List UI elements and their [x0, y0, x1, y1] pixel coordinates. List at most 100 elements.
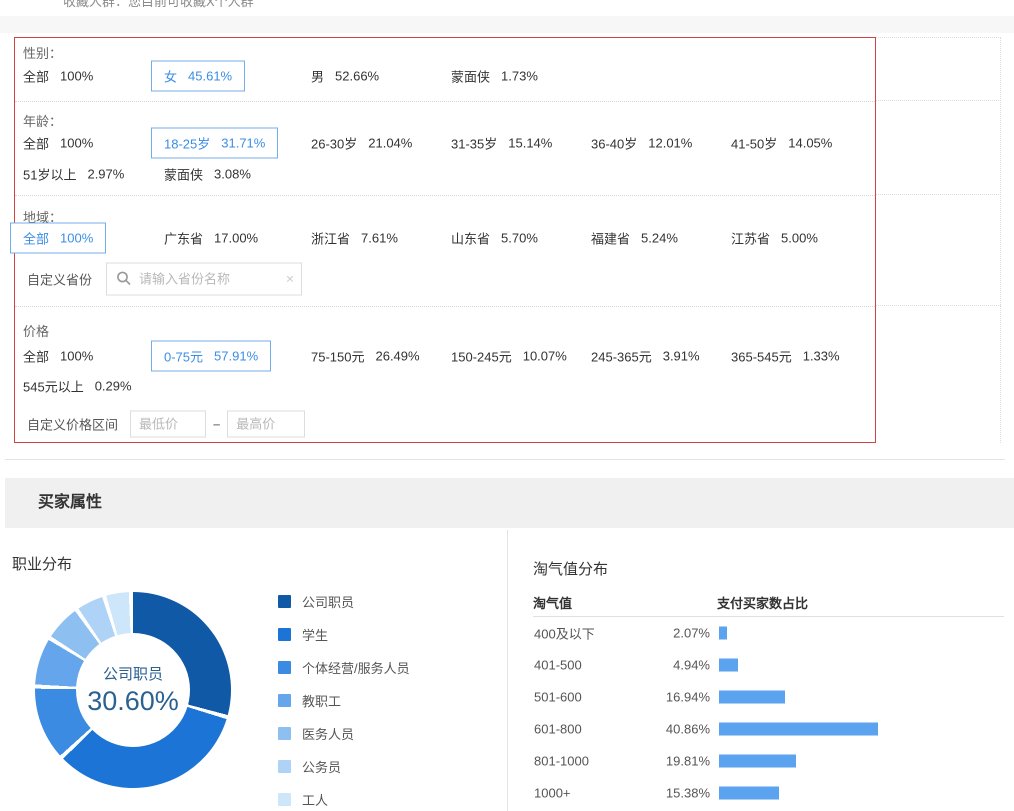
dotted-extension [876, 37, 1001, 38]
filter-option[interactable]: 150-245元10.07% [451, 347, 567, 366]
filter-option-value: 0.29% [95, 379, 132, 394]
legend-label: 个体经营/服务人员 [302, 658, 410, 677]
filter-option-value: 52.66% [335, 69, 379, 84]
legend-swatch [278, 694, 291, 707]
filter-option[interactable]: 福建省5.24% [591, 229, 678, 248]
filter-option[interactable]: 全部100% [23, 347, 93, 366]
legend-swatch [278, 661, 291, 674]
filter-option-value: 5.70% [501, 231, 538, 246]
filter-section-label: 年龄： [23, 111, 62, 130]
filter-option[interactable]: 245-365元 3.91% [591, 347, 700, 366]
taoqi-range-label: 401-500 [534, 658, 582, 673]
taoqi-row: 801-100019.81% [507, 745, 1014, 777]
filter-option-value: 5.00% [781, 231, 818, 246]
filter-option-label: 545元以上 [23, 377, 84, 396]
taoqi-bar [719, 755, 796, 768]
filter-option[interactable]: 545元以上 0.29% [23, 377, 132, 396]
filter-option-value: 26.49% [375, 349, 419, 364]
taoqi-range-label: 501-600 [534, 690, 582, 705]
dotted-extension [876, 194, 1001, 195]
section-separator [15, 195, 875, 196]
filter-option-label: 41-50岁 [731, 134, 777, 153]
filter-option[interactable]: 广东省17.00% [164, 229, 258, 248]
filter-option-label: 36-40岁 [591, 134, 637, 153]
top-clipped-strip: 收藏人群： 您目前可收藏X个人群 [0, 0, 1014, 10]
audience-filter-card: 自定义省份 × 自定义价格区间 – 性别：全部100%女45.61%男52.66… [14, 37, 876, 443]
taoqi-range-label: 601-800 [534, 722, 582, 737]
legend-item[interactable]: 教职工 [278, 691, 410, 710]
filter-option[interactable]: 31-35岁15.14% [451, 134, 552, 153]
filter-option-label: 51岁以上 [23, 165, 76, 184]
filter-option-value: 12.01% [648, 136, 692, 151]
filter-option[interactable]: 26-30岁21.04% [311, 134, 412, 153]
filter-option-label: 365-545元 [731, 347, 792, 366]
legend-item[interactable]: 学生 [278, 625, 410, 644]
occupation-legend: 公司职员学生个体经营/服务人员教职工医务人员公务员工人 [278, 592, 410, 809]
legend-item[interactable]: 医务人员 [278, 724, 410, 743]
min-price-input[interactable] [130, 411, 206, 438]
filter-option[interactable]: 江苏省 5.00% [731, 229, 818, 248]
filter-option-value: 14.05% [788, 136, 832, 151]
legend-item[interactable]: 公司职员 [278, 592, 410, 611]
filter-option-value: 57.91% [214, 349, 258, 364]
custom-province-label: 自定义省份 [27, 270, 92, 289]
filter-option-selected[interactable]: 全部100% [10, 223, 106, 254]
filter-option-label: 女 [164, 67, 177, 86]
taoqi-title: 淘气值分布 [533, 558, 608, 579]
dotted-vertical-line [1000, 37, 1001, 443]
filter-option-label: 全部 [23, 229, 49, 248]
occupation-donut-chart: 公司职员 30.60% [35, 592, 231, 788]
taoqi-bar [719, 627, 727, 640]
buyer-attributes-band: 买家属性 [5, 478, 1014, 528]
filter-option-value: 7.61% [361, 231, 398, 246]
filter-option[interactable]: 蒙面侠1.73% [451, 67, 538, 86]
dotted-extension [876, 100, 1001, 101]
legend-item[interactable]: 工人 [278, 790, 410, 809]
taoqi-col-header-share: 支付买家数占比 [717, 593, 808, 612]
filter-option-value: 3.91% [663, 349, 700, 364]
taoqi-percent: 16.94% [625, 690, 710, 705]
filter-option-label: 全部 [23, 347, 49, 366]
filter-option[interactable]: 365-545元1.33% [731, 347, 840, 366]
filter-option-selected[interactable]: 0-75元 57.91% [151, 341, 271, 372]
filter-option[interactable]: 36-40岁 12.01% [591, 134, 692, 153]
filter-option-selected[interactable]: 18-25岁31.71% [151, 128, 278, 159]
filter-option-selected[interactable]: 女45.61% [151, 61, 245, 92]
province-search-input[interactable] [106, 263, 302, 296]
legend-item[interactable]: 个体经营/服务人员 [278, 658, 410, 677]
collect-group-label: 收藏人群： [63, 0, 128, 10]
filter-option-label: 245-365元 [591, 347, 652, 366]
legend-swatch [278, 628, 291, 641]
custom-price-row: 自定义价格区间 – [27, 411, 305, 438]
clear-icon[interactable]: × [286, 271, 294, 287]
filter-option-label: 山东省 [451, 229, 490, 248]
filter-option[interactable]: 41-50岁 14.05% [731, 134, 832, 153]
filter-option-value: 17.00% [214, 231, 258, 246]
filter-option[interactable]: 山东省 5.70% [451, 229, 538, 248]
occupation-title: 职业分布 [12, 553, 72, 574]
max-price-input[interactable] [227, 411, 305, 438]
taoqi-panel: 淘气值分布 淘气值 支付买家数占比 400及以下2.07%401-5004.94… [507, 530, 1014, 811]
filter-option-label: 全部 [23, 134, 49, 153]
top-gray-band [0, 16, 1014, 33]
filter-option[interactable]: 浙江省7.61% [311, 229, 398, 248]
taoqi-bar [719, 691, 785, 704]
filter-option-value: 15.14% [508, 136, 552, 151]
taoqi-bar [719, 723, 878, 736]
taoqi-percent: 40.86% [625, 722, 710, 737]
filter-option[interactable]: 75-150元26.49% [311, 347, 420, 366]
taoqi-row: 1000+15.38% [507, 777, 1014, 809]
filter-option[interactable]: 男 52.66% [311, 67, 379, 86]
filter-option-label: 江苏省 [731, 229, 770, 248]
filter-option-label: 男 [311, 67, 324, 86]
taoqi-row: 401-5004.94% [507, 649, 1014, 681]
price-range-dash: – [213, 417, 220, 432]
filter-option-value: 3.08% [214, 167, 251, 182]
filter-option[interactable]: 全部100% [23, 134, 93, 153]
filter-option[interactable]: 51岁以上2.97% [23, 165, 124, 184]
filter-option[interactable]: 全部100% [23, 67, 93, 86]
filter-option-label: 0-75元 [164, 347, 203, 366]
filter-option-label: 蒙面侠 [164, 165, 203, 184]
filter-option[interactable]: 蒙面侠 3.08% [164, 165, 251, 184]
legend-item[interactable]: 公务员 [278, 757, 410, 776]
